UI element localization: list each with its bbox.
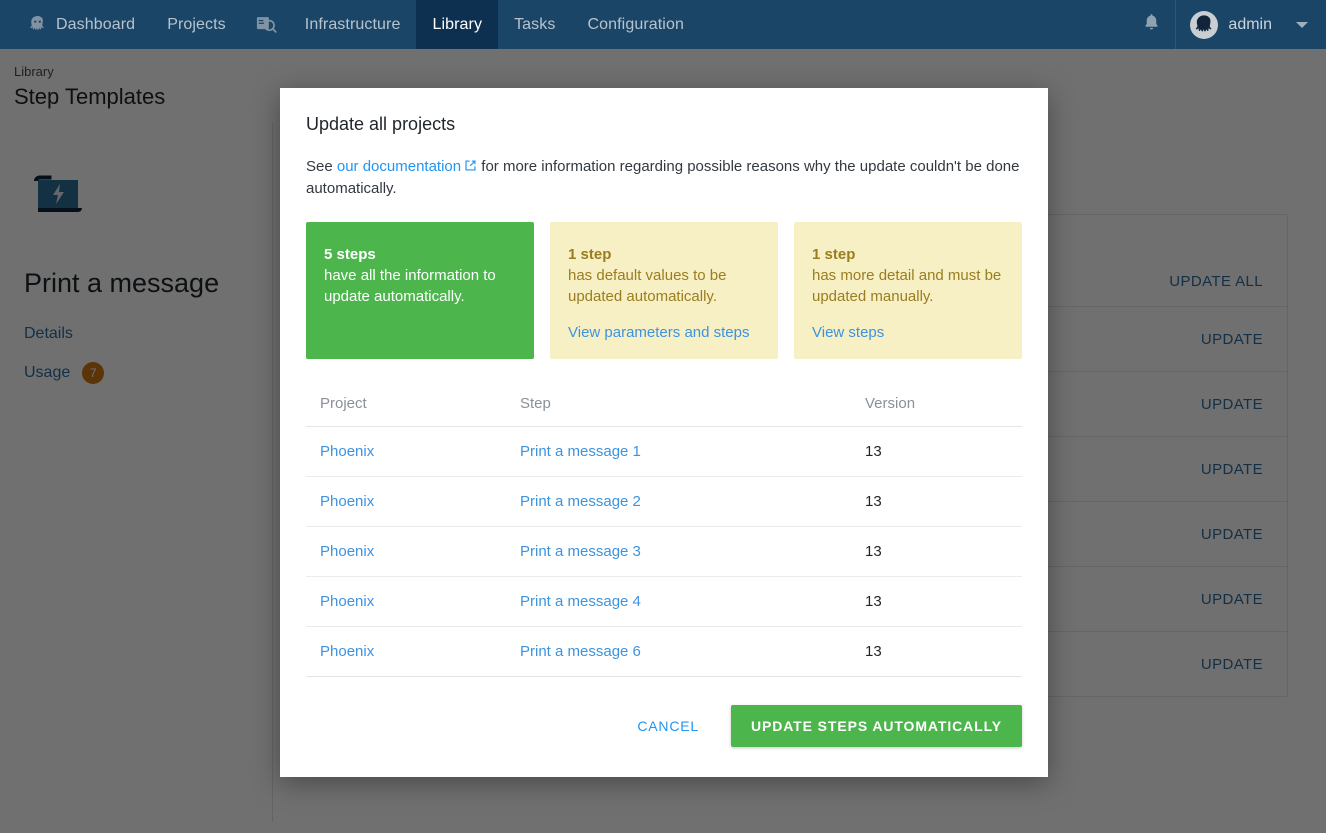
notifications-button[interactable] <box>1129 0 1173 49</box>
top-navigation-bar: Dashboard Projects Infrastructure Librar… <box>0 0 1326 49</box>
cell-step[interactable]: Print a message 2 <box>520 493 865 510</box>
cell-step[interactable]: Print a message 1 <box>520 443 865 460</box>
card-text: has default values to be updated automat… <box>568 267 727 305</box>
chevron-down-icon <box>1296 21 1308 28</box>
cell-version: 13 <box>865 493 882 510</box>
view-steps-link[interactable]: View steps <box>812 324 1004 341</box>
summary-card-default-values: 1 step has default values to be updated … <box>550 222 778 359</box>
summary-card-manual: 1 step has more detail and must be updat… <box>794 222 1022 359</box>
view-parameters-and-steps-link[interactable]: View parameters and steps <box>568 324 760 341</box>
nav-item-projects[interactable]: Projects <box>151 0 242 49</box>
primary-nav: Dashboard Projects Infrastructure Librar… <box>0 0 700 49</box>
card-text: have all the information to update autom… <box>324 267 496 305</box>
column-header-step: Step <box>520 395 551 412</box>
cell-step[interactable]: Print a message 6 <box>520 643 865 660</box>
table-row: Phoenix Print a message 6 13 <box>306 627 1022 677</box>
card-count: 1 step <box>812 246 856 263</box>
description-prefix: See <box>306 158 337 175</box>
cell-project[interactable]: Phoenix <box>320 493 520 510</box>
nav-right-cluster: admin <box>1129 0 1326 49</box>
steps-table: Project Step Version Phoenix Print a mes… <box>306 383 1022 677</box>
table-row: Phoenix Print a message 1 13 <box>306 427 1022 477</box>
cancel-button[interactable]: CANCEL <box>633 710 703 742</box>
external-link-icon <box>464 157 477 178</box>
cell-version: 13 <box>865 593 882 610</box>
update-all-projects-dialog: Update all projects See our documentatio… <box>280 88 1048 777</box>
nav-item-dashboard[interactable]: Dashboard <box>12 0 151 49</box>
documentation-link[interactable]: our documentation <box>337 158 461 175</box>
card-text: has more detail and must be updated manu… <box>812 267 1002 305</box>
dialog-footer: CANCEL UPDATE STEPS AUTOMATICALLY <box>306 677 1022 777</box>
card-count: 1 step <box>568 246 612 263</box>
avatar <box>1190 10 1219 39</box>
column-header-project: Project <box>320 395 367 412</box>
table-row: Phoenix Print a message 3 13 <box>306 527 1022 577</box>
app-root: Dashboard Projects Infrastructure Librar… <box>0 0 1326 833</box>
nav-item-tasks[interactable]: Tasks <box>498 0 571 49</box>
nav-item-label: Projects <box>167 15 226 33</box>
cell-version: 13 <box>865 443 882 460</box>
user-menu[interactable]: admin <box>1175 0 1282 49</box>
cell-project[interactable]: Phoenix <box>320 643 520 660</box>
user-menu-toggle[interactable] <box>1284 0 1320 49</box>
nav-item-label: Library <box>432 15 483 33</box>
search-icon <box>256 15 277 34</box>
cell-project[interactable]: Phoenix <box>320 443 520 460</box>
nav-item-configuration[interactable]: Configuration <box>571 0 699 49</box>
dialog-description: See our documentation for more informati… <box>306 136 1022 199</box>
nav-item-label: Tasks <box>514 15 556 33</box>
cell-step[interactable]: Print a message 4 <box>520 593 865 610</box>
cell-step[interactable]: Print a message 3 <box>520 543 865 560</box>
column-header-version: Version <box>865 395 916 412</box>
table-row: Phoenix Print a message 4 13 <box>306 577 1022 627</box>
nav-item-label: Infrastructure <box>304 15 401 33</box>
username-label: admin <box>1228 15 1272 33</box>
cell-version: 13 <box>865 643 882 660</box>
nav-item-label: Configuration <box>587 15 684 33</box>
octopus-icon <box>28 15 47 34</box>
card-count: 5 steps <box>324 246 376 263</box>
bell-icon <box>1142 12 1161 38</box>
cell-version: 13 <box>865 543 882 560</box>
summary-cards: 5 steps have all the information to upda… <box>306 222 1022 359</box>
dialog-title: Update all projects <box>306 114 456 134</box>
update-steps-automatically-button[interactable]: UPDATE STEPS AUTOMATICALLY <box>730 705 1022 747</box>
table-header-row: Project Step Version <box>306 383 1022 427</box>
nav-item-infrastructure[interactable]: Infrastructure <box>289 0 417 49</box>
nav-item-library[interactable]: Library <box>416 0 499 49</box>
nav-item-search[interactable] <box>242 0 289 49</box>
summary-card-automatic: 5 steps have all the information to upda… <box>306 222 534 359</box>
cell-project[interactable]: Phoenix <box>320 543 520 560</box>
nav-item-label: Dashboard <box>56 15 136 33</box>
table-row: Phoenix Print a message 2 13 <box>306 477 1022 527</box>
cell-project[interactable]: Phoenix <box>320 593 520 610</box>
